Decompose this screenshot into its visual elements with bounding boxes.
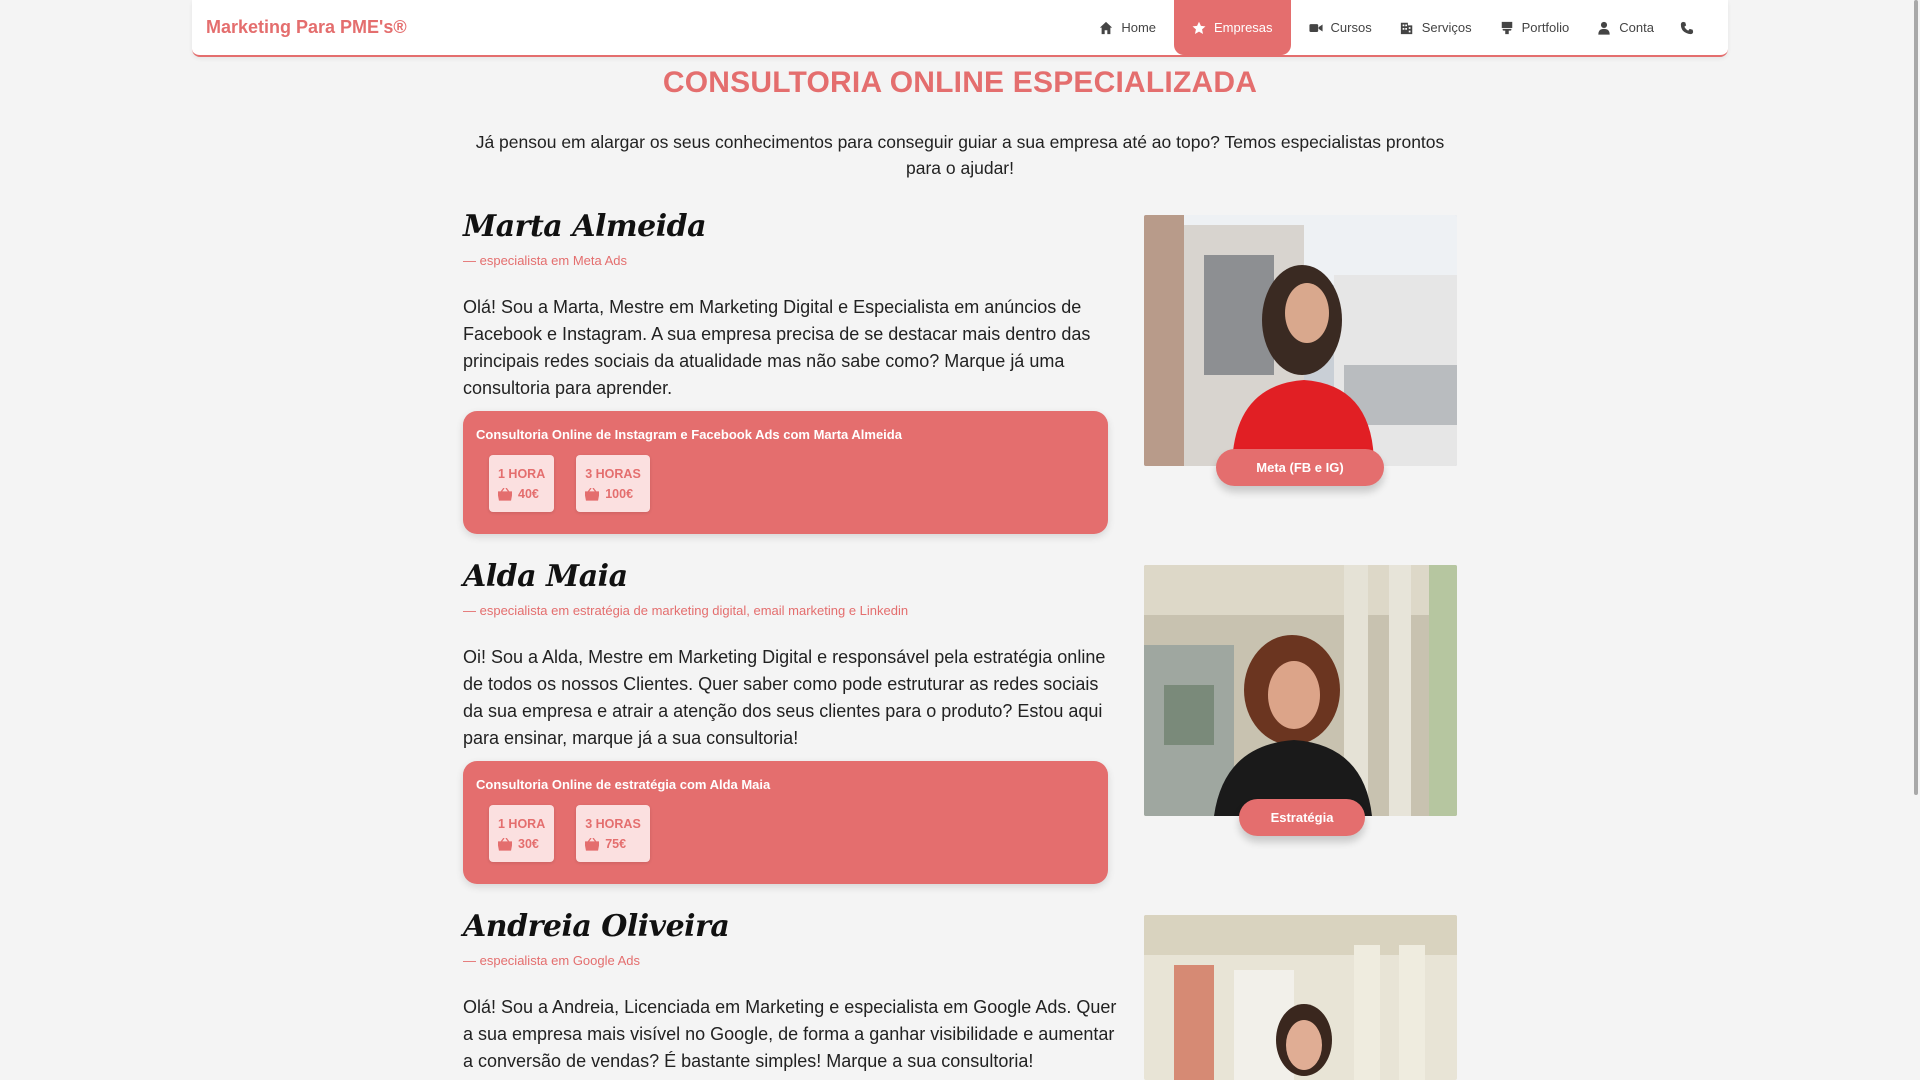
consultant-card-alda: Alda Maia — especialista em estratégia d… [463,559,1458,884]
video-camera-icon [1308,23,1323,32]
price-value: 40€ [518,487,539,501]
nav-item-conta[interactable]: Conta [1583,0,1668,55]
basket-icon [498,487,512,501]
booking-box: Consultoria Online de Instagram e Facebo… [463,411,1108,534]
consultant-photo [1144,215,1457,466]
price-duration: 3 HORAS [585,817,641,831]
booking-box-title: Consultoria Online de estratégia com Ald… [476,777,771,792]
nav-item-label: Home [1121,20,1157,35]
price-option-3h[interactable]: 3 HORAS 100€ [576,455,650,512]
booking-box: Consultoria Online de estratégia com Ald… [463,761,1108,884]
price-duration: 1 HORA [498,467,546,481]
navbar: Marketing Para PME's® Home Empresas Curs… [192,0,1728,57]
nav-item-label: Conta [1619,20,1654,35]
brush-icon [1501,21,1512,34]
nav-item-cursos[interactable]: Cursos [1295,0,1386,55]
building-icon [1400,22,1412,34]
consultant-bio: Olá! Sou a Marta, Mestre em Marketing Di… [463,297,1091,398]
nav-item-label: Portfolio [1521,20,1570,35]
price-value: 75€ [605,837,627,851]
price-option-1h[interactable]: 1 HORA 40€ [489,455,555,512]
price-options: 1 HORA 40€ 3 HORAS 100€ [476,455,1095,512]
nav-item-label: Cursos [1330,20,1372,35]
nav-item-label: Serviços [1421,20,1472,35]
nav-item-portfolio[interactable]: Portfolio [1486,0,1584,55]
consultant-photo [1144,915,1457,1080]
nav-item-label: Empresas [1214,20,1273,35]
consultant-bio: Oi! Sou a Alda, Mestre em Marketing Digi… [463,647,1106,748]
price-value: 100€ [605,487,634,501]
consultant-card-marta: Marta Almeida — especialista em Meta Ads… [463,209,1458,534]
intro-text: Já pensou em alargar os seus conheciment… [475,132,1445,178]
price-duration: 3 HORAS [585,467,641,481]
booking-box-title: Consultoria Online de Instagram e Facebo… [476,427,902,442]
brand-logo[interactable]: Marketing Para PME's® [206,17,407,38]
nav-item-empresas[interactable]: Empresas [1174,0,1291,55]
price-duration: 1 HORA [498,817,546,831]
photo-tag-meta[interactable]: Meta (FB e IG) [1216,449,1384,486]
nav-item-servicos[interactable]: Serviços [1386,0,1486,55]
price-option-1h[interactable]: 1 HORA 30€ [489,805,555,862]
page-scrollbar[interactable] [1912,0,1920,1080]
phone-icon [1680,21,1694,34]
photo-tag-estrategia[interactable]: Estratégia [1239,799,1365,836]
basket-icon [585,487,600,501]
nav-item-phone[interactable] [1668,0,1710,55]
consultant-card-andreia: Andreia Oliveira — especialista em Googl… [463,909,1458,1080]
basket-icon [498,837,512,851]
star-icon [1192,21,1206,34]
nav-item-home[interactable]: Home [1085,0,1170,55]
user-icon [1598,21,1610,35]
price-value: 30€ [518,837,539,851]
consultant-bio: Olá! Sou a Andreia, Licenciada em Market… [463,997,1117,1071]
price-option-3h[interactable]: 3 HORAS 75€ [576,805,650,862]
price-options: 1 HORA 30€ 3 HORAS 75€ [476,805,1095,862]
main-nav: Home Empresas Cursos Serviços Portfolio … [1085,0,1710,55]
home-icon [1100,21,1113,34]
basket-icon [585,837,600,851]
consultant-photo [1144,565,1457,816]
scrollbar-thumb[interactable] [1914,0,1918,795]
page-title: CONSULTORIA ONLINE ESPECIALIZADA [662,66,1258,99]
